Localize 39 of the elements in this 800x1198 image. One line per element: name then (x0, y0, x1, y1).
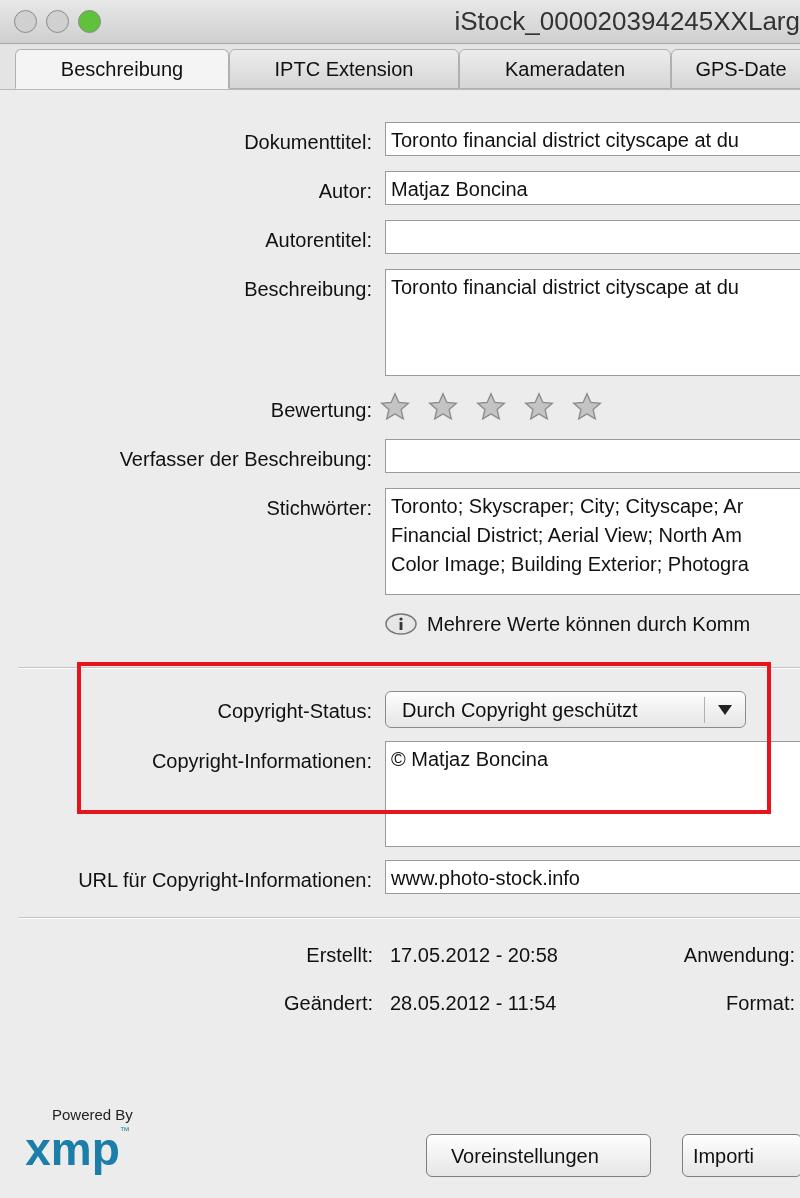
field-label: Dokumenttitel: (244, 130, 372, 155)
field-label: Copyright-Status: (217, 699, 372, 724)
xmp-logo: Powered By xmp™ (24, 1106, 134, 1177)
button[interactable]: Importi (681, 1134, 800, 1177)
input-field[interactable] (385, 439, 800, 473)
info-icon (385, 613, 417, 635)
button[interactable]: Voreinstellungen (425, 1134, 651, 1177)
text-area[interactable]: Toronto financial district cityscape at du (385, 269, 800, 376)
field-label: Anwendung: (683, 944, 795, 966)
hint-text: Mehrere Werte können durch Komm (427, 612, 751, 637)
text-area[interactable]: Toronto; Skyscraper; City; Cityscape; Ar Financial District; Aerial View; North Am Color Image; Building Exterior; Photogra (385, 488, 800, 595)
input-field[interactable]: Matjaz Boncina (385, 171, 800, 205)
input-field[interactable]: www.photo-stock.info (385, 860, 800, 894)
field-label: Autorentitel: (265, 228, 372, 253)
field-label: Autor: (318, 179, 372, 204)
text-area[interactable]: © Matjaz Boncina (385, 741, 800, 847)
field-label: Format: (726, 992, 795, 1014)
close-button[interactable] (14, 10, 37, 33)
date-label: Erstellt: (306, 943, 373, 968)
tab[interactable]: Kameradaten (459, 49, 671, 89)
date-value: 17.05.2012 - 20:58 (390, 943, 558, 968)
window-title: iStock_000020394245XXLarg (454, 5, 800, 38)
dropdown[interactable]: Durch Copyright geschützt (385, 691, 746, 728)
tab[interactable]: IPTC Extension (229, 49, 459, 89)
field-label: URL für Copyright-Informationen: (78, 868, 372, 893)
field-label: Bewertung: (270, 398, 372, 423)
input-field[interactable] (385, 220, 800, 254)
field-label: Stichwörter: (266, 496, 372, 521)
tab[interactable]: Beschreibung (15, 49, 229, 89)
field-label: Verfasser der Beschreibung: (119, 447, 372, 472)
tab[interactable]: GPS-Date (671, 49, 800, 89)
caret-icon (718, 704, 732, 715)
minimize-button[interactable] (46, 10, 69, 33)
field-label: Copyright-Informationen: (151, 749, 372, 774)
zoom-button[interactable] (78, 10, 101, 33)
input-field[interactable]: Toronto financial district cityscape at du (385, 122, 800, 156)
date-value: 28.05.2012 - 11:54 (390, 991, 557, 1016)
field-label: Beschreibung: (244, 277, 372, 302)
date-label: Geändert: (284, 991, 373, 1016)
